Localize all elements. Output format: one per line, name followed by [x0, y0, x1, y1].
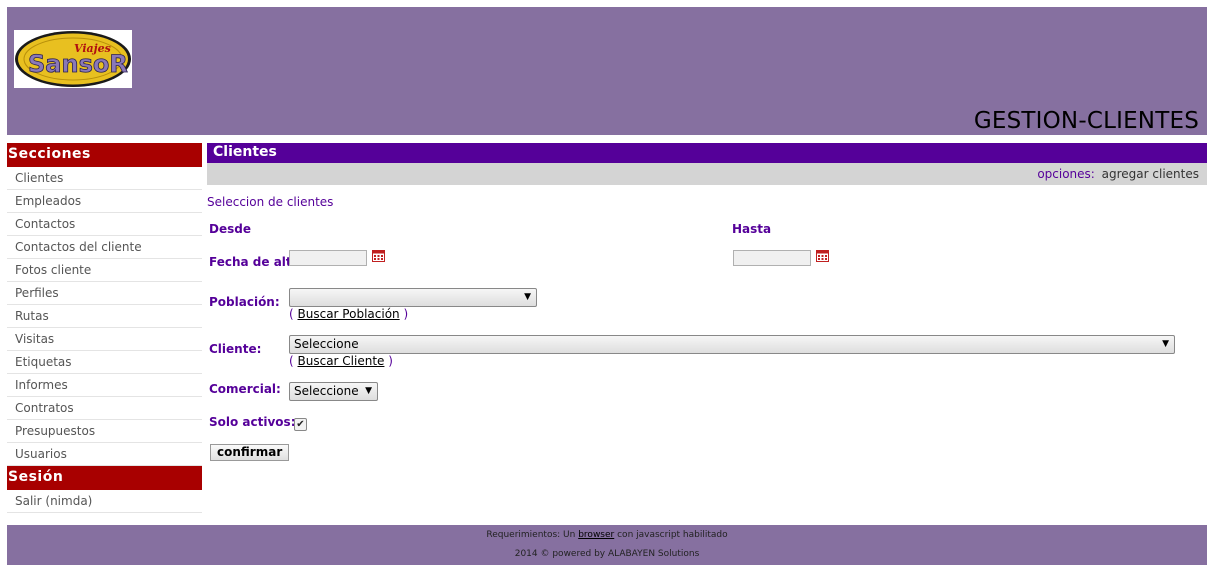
sidebar-item-perfiles[interactable]: Perfiles [7, 282, 202, 305]
comercial-value: Seleccione [294, 384, 359, 398]
cliente-select[interactable]: Seleccione ▼ [289, 335, 1175, 354]
buscar-cliente: ( Buscar Cliente ) [289, 354, 393, 368]
sidebar-item-salir[interactable]: Salir (nimda) [7, 490, 202, 513]
checkmark-icon: ✔ [296, 419, 305, 430]
requirements-suffix: con javascript habilitado [617, 530, 728, 540]
paren-open: ( [289, 354, 294, 368]
options-label: opciones: [1037, 167, 1095, 181]
options-bar: opciones: agregar clientes [207, 163, 1207, 185]
footer-requirements: Requerimientos: Un browser con javascrip… [7, 530, 1207, 540]
fecha-alta-label: Fecha de alta [209, 255, 300, 269]
header-banner: Viajes SansoR GESTION-CLIENTES [7, 7, 1207, 135]
solo-activos-checkbox[interactable]: ✔ [294, 418, 307, 431]
footer-powered-by: 2014 © powered by ALABAYEN Solutions [514, 549, 700, 559]
add-client-link[interactable]: agregar clientes [1102, 167, 1199, 181]
sidebar-item-contratos[interactable]: Contratos [7, 397, 202, 420]
requirements-prefix: Requerimientos: Un [486, 530, 576, 540]
sidebar-item-clientes[interactable]: Clientes [7, 167, 202, 190]
dropdown-arrow-icon: ▼ [524, 292, 531, 302]
session-title: Sesión [8, 469, 64, 485]
sections-header: Secciones [7, 143, 202, 167]
calendar-icon[interactable] [816, 250, 829, 262]
calendar-icon[interactable] [372, 250, 385, 262]
comercial-label: Comercial: [209, 382, 281, 396]
sidebar-item-usuarios[interactable]: Usuarios [7, 443, 202, 466]
dropdown-arrow-icon: ▼ [365, 386, 372, 396]
fecha-hasta-input[interactable] [733, 250, 811, 266]
sidebar-item-presupuestos[interactable]: Presupuestos [7, 420, 202, 443]
comercial-select[interactable]: Seleccione ▼ [289, 382, 378, 401]
poblacion-label: Población: [209, 295, 280, 309]
session-header: Sesión [7, 466, 202, 490]
sections-title: Secciones [8, 146, 91, 162]
sidebar-item-rutas[interactable]: Rutas [7, 305, 202, 328]
app-title: GESTION-CLIENTES [973, 108, 1199, 134]
desde-label: Desde [209, 222, 251, 236]
paren-open: ( [289, 307, 294, 321]
sidebar-item-empleados[interactable]: Empleados [7, 190, 202, 213]
confirm-button[interactable]: confirmar [210, 444, 290, 461]
buscar-poblacion: ( Buscar Población ) [289, 307, 408, 321]
sidebar-item-informes[interactable]: Informes [7, 374, 202, 397]
solo-activos-label: Solo activos: [209, 415, 296, 429]
buscar-poblacion-link[interactable]: Buscar Población [298, 307, 400, 321]
paren-close: ) [388, 354, 393, 368]
sidebar-item-contactos[interactable]: Contactos [7, 213, 202, 236]
paren-close: ) [403, 307, 409, 321]
cliente-value: Seleccione [294, 337, 359, 351]
dropdown-arrow-icon: ▼ [1162, 339, 1169, 349]
fecha-desde-input[interactable] [289, 250, 367, 266]
sidebar-item-fotos-cliente[interactable]: Fotos cliente [7, 259, 202, 282]
svg-text:SansoR: SansoR [28, 50, 128, 78]
sidebar-item-visitas[interactable]: Visitas [7, 328, 202, 351]
buscar-cliente-link[interactable]: Buscar Cliente [298, 354, 385, 368]
footer: Requerimientos: Un browser con javascrip… [7, 525, 1207, 565]
poblacion-select[interactable]: ▼ [289, 288, 537, 307]
browser-link[interactable]: browser [578, 530, 614, 540]
hasta-label: Hasta [732, 222, 772, 236]
main-panel: Clientes opciones: agregar clientes Sele… [207, 143, 1207, 461]
company-logo: Viajes SansoR [14, 30, 132, 88]
sidebar-item-contactos-cliente[interactable]: Contactos del cliente [7, 236, 202, 259]
cliente-label: Cliente: [209, 342, 262, 356]
sidebar-item-etiquetas[interactable]: Etiquetas [7, 351, 202, 374]
page-title: Clientes [207, 143, 1207, 163]
section-subtitle: Seleccion de clientes [207, 195, 334, 209]
sidebar: Secciones Clientes Empleados Contactos C… [7, 143, 202, 513]
